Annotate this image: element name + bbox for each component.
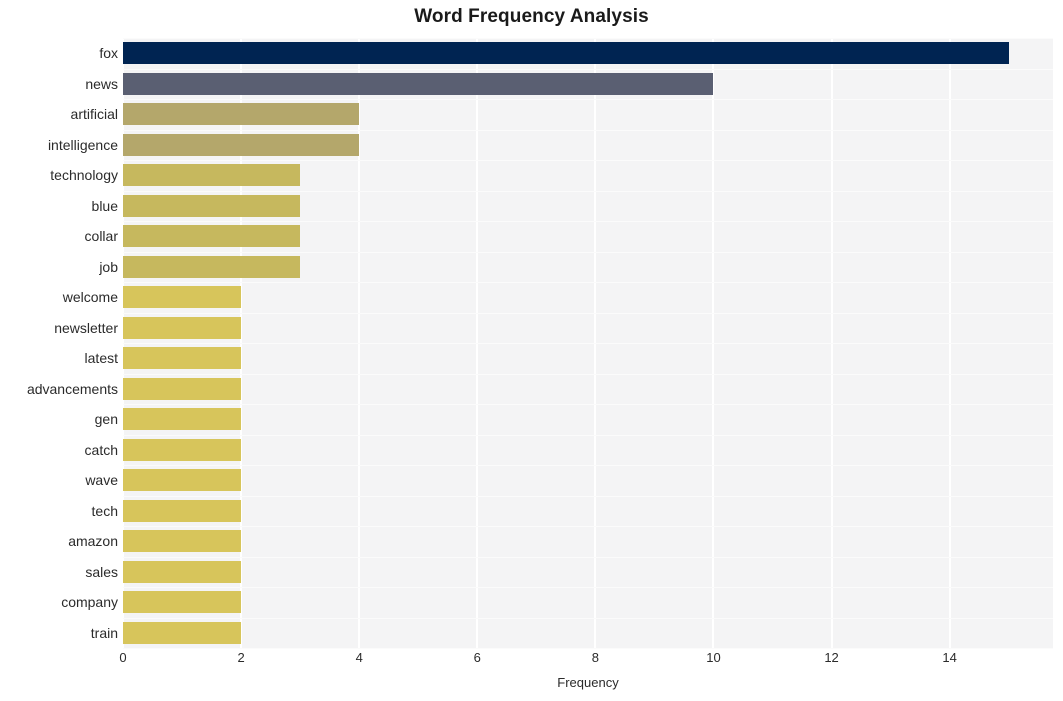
bar[interactable] [123, 194, 301, 217]
y-axis-tick-label: job [99, 258, 118, 275]
plot-area [122, 38, 1053, 649]
x-axis-tick-label: 2 [237, 650, 245, 665]
x-axis-tick-label: 10 [706, 650, 721, 665]
bar[interactable] [123, 286, 242, 309]
bar[interactable] [123, 103, 360, 126]
y-axis-tick-label: advancements [26, 380, 118, 397]
x-axis-tick-label: 8 [591, 650, 599, 665]
bar[interactable] [123, 72, 714, 95]
bar[interactable] [123, 347, 242, 370]
x-axis-title: Frequency [557, 675, 619, 690]
y-axis-tick-label: company [61, 594, 118, 611]
y-axis-tick-label: catch [84, 441, 118, 458]
bar[interactable] [123, 621, 242, 644]
bar[interactable] [123, 316, 242, 339]
y-axis-tick-label: sales [85, 563, 118, 580]
bar[interactable] [123, 560, 242, 583]
y-axis-tick-label: technology [50, 167, 118, 184]
bar[interactable] [123, 42, 1009, 65]
bar[interactable] [123, 499, 242, 522]
bar[interactable] [123, 377, 242, 400]
x-axis-tick-label: 6 [473, 650, 481, 665]
bar[interactable] [123, 133, 360, 156]
y-axis-tick-label: welcome [62, 289, 118, 306]
y-axis-tick-label: train [90, 624, 118, 641]
gridline-horizontal [123, 648, 1053, 649]
bar[interactable] [123, 530, 242, 553]
bar[interactable] [123, 469, 242, 492]
bar[interactable] [123, 408, 242, 431]
bar[interactable] [123, 591, 242, 614]
y-axis-tick-label: latest [84, 350, 118, 367]
x-axis-tick-label: 14 [942, 650, 957, 665]
y-axis-tick-label: wave [85, 472, 118, 489]
chart-figure: Word Frequency Analysis fox news artificia… [0, 0, 1063, 701]
y-axis-tick-label: artificial [70, 106, 118, 123]
x-axis-tick-label: 0 [119, 650, 127, 665]
y-axis-tick-label: intelligence [47, 136, 118, 153]
y-axis-tick-label: gen [94, 411, 118, 428]
y-axis-tick-label: fox [99, 45, 118, 62]
x-axis-tick-label: 12 [824, 650, 839, 665]
bar[interactable] [123, 438, 242, 461]
y-axis-tick-label: collar [84, 228, 118, 245]
y-axis-tick-label: newsletter [54, 319, 118, 336]
y-axis-tick-label: blue [91, 197, 118, 214]
bar[interactable] [123, 225, 301, 248]
bar[interactable] [123, 164, 301, 187]
x-axis-tick-labels: 0 2 4 6 8 10 12 14 [0, 650, 1063, 672]
y-axis-tick-label: news [85, 75, 118, 92]
x-axis-tick-label: 4 [355, 650, 363, 665]
bar[interactable] [123, 255, 301, 278]
y-axis-tick-labels: fox news artificial intelligence technology b… [0, 38, 118, 648]
y-axis-tick-label: amazon [68, 533, 118, 550]
y-axis-tick-label: tech [91, 502, 118, 519]
bar-series [123, 38, 1053, 648]
chart-title: Word Frequency Analysis [414, 6, 649, 27]
